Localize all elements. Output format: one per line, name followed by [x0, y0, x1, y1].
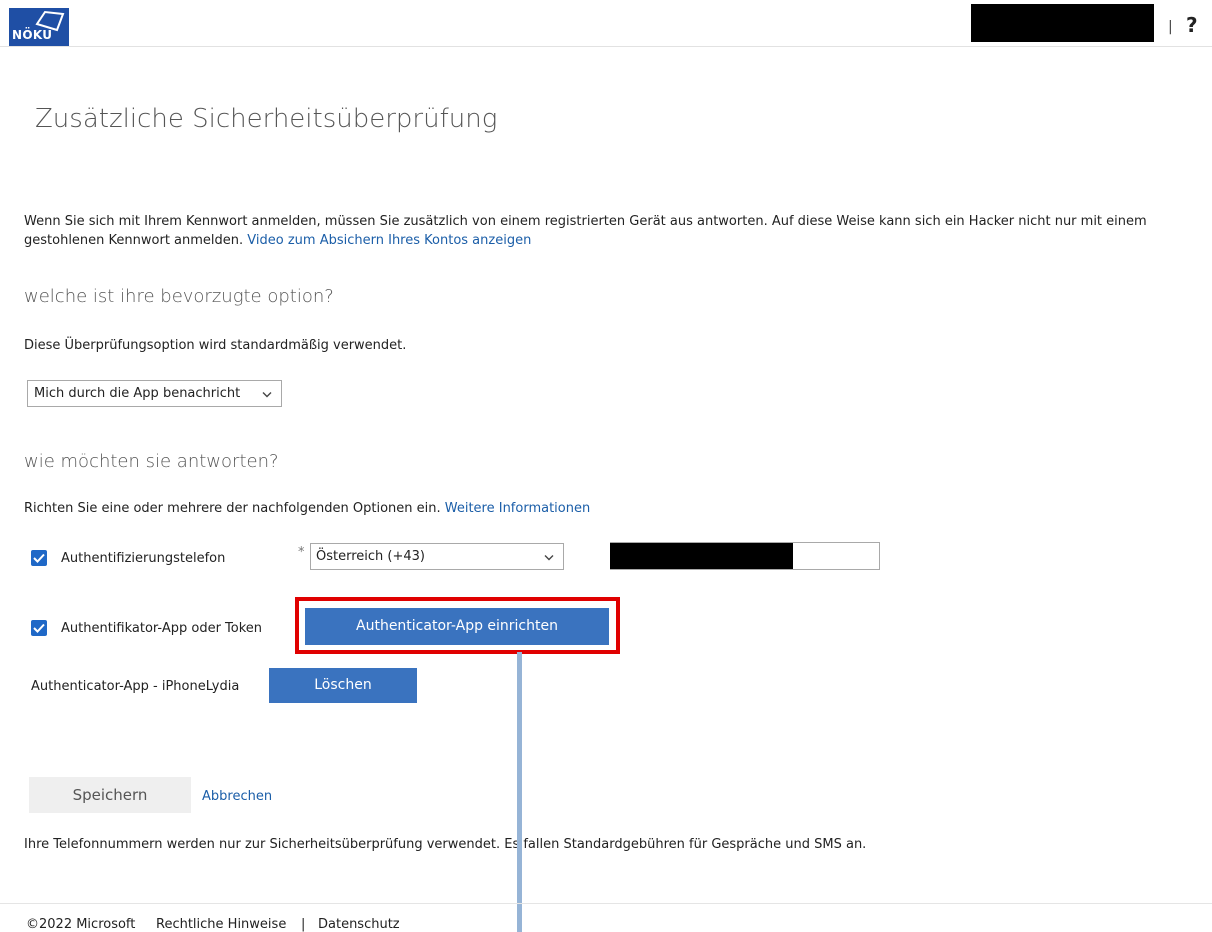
chevron-down-icon: [262, 387, 272, 400]
delete-device-button[interactable]: Löschen: [269, 668, 417, 703]
more-info-link[interactable]: Weitere Informationen: [445, 501, 590, 516]
country-select[interactable]: Österreich (+43): [310, 543, 564, 570]
cancel-link[interactable]: Abbrechen: [202, 789, 272, 804]
footer-copyright: ©2022 Microsoft: [26, 917, 136, 932]
video-link[interactable]: Video zum Absichern Ihres Kontos anzeige…: [247, 233, 531, 248]
intro-text: Wenn Sie sich mit Ihrem Kennwort anmelde…: [24, 214, 1147, 248]
page-title: Zusätzliche Sicherheitsüberprüfung: [35, 104, 498, 134]
phone-label: Authentifizierungstelefon: [61, 551, 226, 566]
header-divider-line: [0, 46, 1212, 47]
required-marker: *: [298, 545, 305, 560]
app-checkbox[interactable]: [31, 620, 47, 636]
annotation-line: [517, 652, 522, 932]
app-label: Authentifikator-App oder Token: [61, 621, 263, 636]
respond-heading: wie möchten sie antworten?: [24, 451, 279, 472]
respond-description: Richten Sie eine oder mehrere der nachfo…: [24, 501, 441, 516]
save-button[interactable]: Speichern: [29, 777, 191, 813]
phone-usage-notice: Ihre Telefonnummern werden nur zur Siche…: [24, 837, 867, 852]
highlight-box: [295, 597, 620, 654]
checkmark-icon: [33, 553, 45, 563]
header-divider: |: [1168, 19, 1173, 35]
preferred-option-select[interactable]: Mich durch die App benachricht: [27, 380, 282, 407]
phone-checkbox[interactable]: [31, 550, 47, 566]
preferred-option-value: Mich durch die App benachricht: [34, 386, 241, 401]
chevron-down-icon: [544, 550, 554, 563]
checkmark-icon: [33, 623, 45, 633]
intro-paragraph: Wenn Sie sich mit Ihrem Kennwort anmelde…: [24, 212, 1199, 250]
footer-privacy-link[interactable]: Datenschutz: [318, 917, 400, 932]
footer-legal-link[interactable]: Rechtliche Hinweise: [156, 917, 286, 932]
device-label: Authenticator-App - iPhoneLydia: [31, 679, 240, 694]
country-value: Österreich (+43): [316, 549, 425, 564]
noku-logo: NÖKU: [9, 8, 69, 46]
logo-text: NÖKU: [12, 28, 53, 42]
redacted-user-name[interactable]: [971, 4, 1154, 42]
help-icon[interactable]: ?: [1186, 13, 1198, 37]
redacted-phone-number: [610, 543, 793, 569]
footer-separator: |: [301, 917, 306, 932]
respond-description-row: Richten Sie eine oder mehrere der nachfo…: [24, 501, 590, 516]
footer-divider-line: [0, 903, 1212, 904]
preferred-option-description: Diese Überprüfungsoption wird standardmä…: [24, 338, 407, 353]
preferred-option-heading: welche ist ihre bevorzugte option?: [24, 286, 334, 307]
